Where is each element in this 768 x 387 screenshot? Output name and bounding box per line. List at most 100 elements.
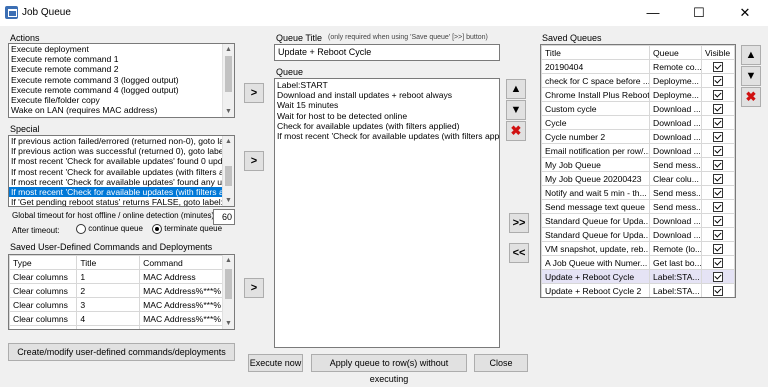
close-icon[interactable]: ✕ [722,0,768,26]
radio-continue[interactable] [76,224,86,234]
commands-scrollbar[interactable]: ▲ ▼ [222,255,234,329]
table-row[interactable]: Clear columns 1 MAC Address [9,269,225,284]
add-action-button[interactable]: > [244,83,264,103]
action-item[interactable]: Wake on LAN (requires MAC address) [9,105,234,115]
actions-scrollbar[interactable]: ▲ ▼ [222,44,234,117]
execute-now-button[interactable]: Execute now [248,354,303,372]
minimize-icon[interactable]: — [630,0,676,26]
action-item[interactable]: Execute file/folder copy [9,95,234,105]
visible-checkbox[interactable] [713,103,723,114]
special-item[interactable]: If previous action failed/errored (retur… [9,136,234,146]
create-modify-commands-button[interactable]: Create/modify user-defined commands/depl… [8,343,235,361]
save-queue-button[interactable]: >> [509,213,529,233]
saved-queues-grid[interactable]: Title Queue Visible 20190404 Remote co...… [540,44,736,298]
table-row[interactable]: Custom cycle Download ... [541,101,735,116]
visible-checkbox[interactable] [713,173,723,184]
scroll-down-icon[interactable]: ▼ [223,106,234,117]
table-row[interactable]: Email notification per row/... Download .… [541,143,735,158]
action-item[interactable]: Execute remote command 4 (logged output) [9,85,234,95]
visible-checkbox[interactable] [713,159,723,170]
terminate-queue-radio[interactable]: terminate queue [152,224,222,234]
table-row[interactable]: My Job Queue 20200423 Clear colu... [541,171,735,186]
load-queue-button[interactable]: << [509,243,529,263]
action-item[interactable]: Execute remote command 1 [9,54,234,64]
action-item[interactable]: Execute deployment [9,44,234,54]
visible-checkbox[interactable] [713,201,723,212]
table-row[interactable]: Send message text queue Send mess... [541,199,735,214]
delete-queue-item-button[interactable]: ✖ [506,121,526,141]
timeout-input[interactable]: 60 [213,209,235,225]
radio-terminate[interactable] [152,224,162,234]
action-item[interactable]: Execute remote command 2 [9,64,234,74]
visible-checkbox[interactable] [713,75,723,86]
table-row[interactable]: Standard Queue for Upda... Download ... [541,227,735,242]
apply-queue-button[interactable]: Apply queue to row(s) without executing [311,354,467,384]
queue-item[interactable]: Wait for host to be detected online [275,111,499,121]
visible-checkbox[interactable] [713,131,723,142]
scroll-thumb[interactable] [225,269,232,299]
table-row[interactable]: check for C space before ... Deployme... [541,73,735,88]
table-row[interactable]: My Job Queue Send mess... [541,157,735,172]
visible-checkbox[interactable] [713,285,723,296]
col-title[interactable]: Title [76,255,141,270]
move-down-button[interactable]: ▼ [506,100,526,120]
col-queue[interactable]: Queue [649,45,702,60]
col-command[interactable]: Command [139,255,225,270]
close-button[interactable]: Close [474,354,528,372]
scroll-up-icon[interactable]: ▲ [223,44,234,55]
saved-commands-grid[interactable]: Type Title Command Clear columns 1 MAC Add… [8,254,235,330]
table-row[interactable]: Clear columns 2 MAC Address%***% [9,283,225,298]
special-list[interactable]: If previous action failed/errored (retur… [8,135,235,207]
queue-title-input[interactable]: Update + Reboot Cycle [274,44,500,61]
visible-checkbox[interactable] [713,243,723,254]
queue-item[interactable]: Check for available updates (with filter… [275,121,499,131]
move-up-button[interactable]: ▲ [506,79,526,99]
continue-queue-radio[interactable]: continue queue [76,224,143,234]
special-item[interactable]: If most recent 'Check for available upda… [9,167,234,177]
special-item[interactable]: If most recent 'Check for available upda… [9,177,234,187]
maximize-icon[interactable]: ☐ [676,0,722,26]
actions-list[interactable]: Execute deployment Execute remote command… [8,43,235,118]
visible-checkbox[interactable] [713,117,723,128]
saved-move-down-button[interactable]: ▼ [741,66,761,86]
queue-item[interactable]: Wait 15 minutes [275,100,499,110]
table-row[interactable]: Update + Reboot Cycle 2 Label:STA... [541,283,735,297]
special-item[interactable]: If 'Get pending reboot status' returns F… [9,197,234,206]
special-item[interactable]: If most recent 'Check for available upda… [9,156,234,166]
table-row[interactable]: Notify and wait 5 min - th... Send mess..… [541,185,735,200]
table-row[interactable]: VM snapshot, update, reb... Remote (lo... [541,241,735,256]
add-command-button[interactable]: > [244,278,264,298]
visible-checkbox[interactable] [713,89,723,100]
visible-checkbox[interactable] [713,229,723,240]
visible-checkbox[interactable] [713,187,723,198]
col-title[interactable]: Title [541,45,650,60]
queue-list[interactable]: Label:START Download and install updates … [274,78,500,348]
visible-checkbox[interactable] [713,145,723,156]
table-row[interactable]: Clear columns 4 MAC Address%***% [9,311,225,326]
table-row[interactable]: Update + Reboot Cycle Label:STA... [541,269,735,284]
table-row[interactable]: Cycle number 2 Download ... [541,129,735,144]
visible-checkbox[interactable] [713,257,723,268]
special-item[interactable]: If previous action was successful (retur… [9,146,234,156]
delete-saved-queue-button[interactable]: ✖ [741,87,761,107]
scroll-thumb[interactable] [225,166,232,186]
table-row[interactable]: Clear columns 3 MAC Address%***% [9,297,225,312]
special-item[interactable]: If most recent 'Check for available upda… [9,186,234,198]
action-item[interactable]: Execute remote command 3 (logged output) [9,75,234,85]
scroll-up-icon[interactable]: ▲ [223,255,234,266]
table-row[interactable]: Chrome Install Plus Reboot Deployme... [541,87,735,102]
visible-checkbox[interactable] [713,61,723,72]
visible-checkbox[interactable] [713,271,723,282]
col-type[interactable]: Type [9,255,78,270]
col-visible[interactable]: Visible [701,45,735,60]
queue-item[interactable]: If most recent 'Check for available upda… [275,131,499,141]
scroll-down-icon[interactable]: ▼ [223,318,234,329]
table-row[interactable]: Clear columns5MAC Address%***% [9,325,225,329]
table-row[interactable]: Cycle Download ... [541,115,735,130]
add-special-button[interactable]: > [244,151,264,171]
special-scrollbar[interactable]: ▲ ▼ [222,136,234,206]
table-row[interactable]: Standard Queue for Upda... Download ... [541,213,735,228]
saved-move-up-button[interactable]: ▲ [741,45,761,65]
queue-item[interactable]: Label:START [275,80,499,90]
scroll-thumb[interactable] [225,56,232,92]
